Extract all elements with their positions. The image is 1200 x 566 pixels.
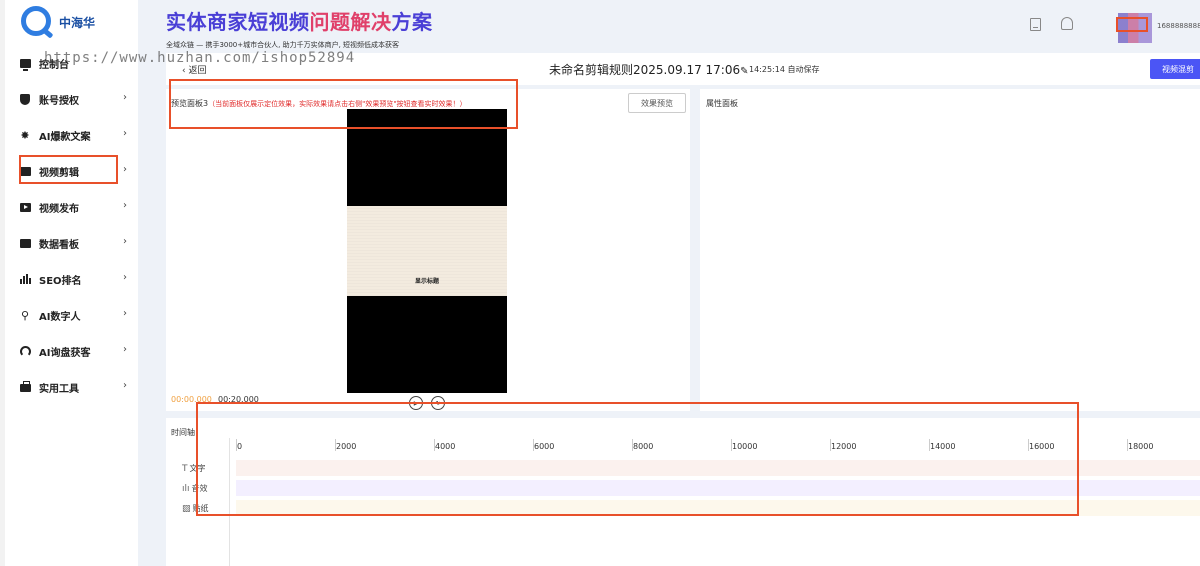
shield-icon <box>19 93 31 105</box>
bell-icon[interactable] <box>1061 17 1073 30</box>
track-sticker[interactable] <box>236 500 1200 516</box>
monitor-icon <box>19 57 31 71</box>
edit-pencil-icon[interactable]: ✎ <box>740 66 748 77</box>
timeline-divider <box>229 438 230 566</box>
chevron-right-icon: › <box>123 308 127 319</box>
sidebar-item-video-editing[interactable]: 视频剪辑 › <box>19 160 137 182</box>
chevron-right-icon: › <box>123 128 127 139</box>
chevron-right-icon: › <box>123 272 127 283</box>
ruler-tick: 8000 <box>633 442 654 451</box>
person-icon: ⚲ <box>20 308 30 322</box>
bulb-icon: ✸ <box>20 128 30 142</box>
ruler-tick: 2000 <box>336 442 357 451</box>
ruler-tick: 4000 <box>435 442 456 451</box>
current-time: 00:00.000 <box>171 395 212 404</box>
board-icon <box>19 237 31 249</box>
banner-subtitle: 全域众链 — 携手3000+城市合伙人, 助力千万实体商户, 短视频低成本获客 <box>166 41 400 49</box>
audio-wave-icon: ılı <box>182 483 190 494</box>
play-icon <box>19 201 31 213</box>
properties-panel-label: 属性面板 <box>706 99 738 108</box>
total-time: 00:20.000 <box>218 395 259 404</box>
chevron-right-icon: › <box>123 92 127 103</box>
sidebar-item-ai-copywriting[interactable]: ✸ AI爆款文案 › <box>19 124 137 146</box>
chevron-right-icon: › <box>123 164 127 175</box>
user-phone: 16888888888 <box>1157 22 1200 30</box>
autosave-status: 14:25:14 自动保存 <box>749 65 820 74</box>
docs-icon[interactable] <box>1030 18 1041 31</box>
sidebar-item-label: 数据看板 <box>39 239 79 251</box>
ruler-tick: 0 <box>237 442 243 451</box>
ruler-tick: 18000 <box>1128 442 1154 451</box>
sidebar-item-label: 视频发布 <box>39 203 79 215</box>
banner-title: 实体商家短视频问题解决方案 <box>166 12 433 34</box>
timeline-title: 时间轴 <box>171 428 195 437</box>
sidebar-item-video-publish[interactable]: 视频发布 › <box>19 196 137 218</box>
sidebar-item-seo-ranking[interactable]: SEO排名 › <box>19 268 137 290</box>
ruler-tick: 14000 <box>930 442 956 451</box>
track-label-audio: ılı 音效 <box>182 483 208 494</box>
video-mix-button[interactable]: 视频混剪 <box>1150 59 1200 79</box>
track-audio[interactable] <box>236 480 1200 496</box>
briefcase-icon <box>19 381 31 393</box>
sidebar-item-label: 实用工具 <box>39 383 79 395</box>
watermark: https://www.huzhan.com/ishop52894 <box>44 50 356 66</box>
refresh-icon[interactable]: ↻ <box>431 396 445 410</box>
track-text[interactable] <box>236 460 1200 476</box>
brand-logo[interactable]: 中海华 <box>19 4 139 40</box>
preview-image: 显示标题 <box>347 206 507 296</box>
play-icon[interactable]: ▶ <box>409 396 423 410</box>
sidebar-item-ai-inquiry[interactable]: AI询盘获客 › <box>19 340 137 362</box>
text-icon: T <box>182 463 188 474</box>
ruler-tick: 12000 <box>831 442 857 451</box>
track-label-text: T 文字 <box>182 463 206 474</box>
sidebar-item-account-auth[interactable]: 账号授权 › <box>19 88 137 110</box>
chevron-right-icon: › <box>123 344 127 355</box>
brand-name: 中海华 <box>59 16 96 30</box>
video-preview-canvas[interactable]: 显示标题 <box>347 109 507 393</box>
sidebar-item-label: AI询盘获客 <box>39 347 91 359</box>
sidebar: 中海华 控制台 账号授权 › ✸ AI爆款文案 › 视频剪辑 › 视频发布 › … <box>0 0 138 566</box>
chevron-right-icon: › <box>123 380 127 391</box>
sidebar-item-label: 账号授权 <box>39 95 79 107</box>
logo-q-icon <box>21 6 51 36</box>
ruler-tick: 6000 <box>534 442 555 451</box>
chevron-right-icon: › <box>123 200 127 211</box>
effect-preview-button[interactable]: 效果预览 <box>628 93 686 113</box>
timeline-panel: 时间轴 0 2000 4000 6000 8000 10000 12000 14… <box>166 418 1200 566</box>
bar-chart-icon <box>19 273 31 285</box>
track-label-sticker: ▨ 贴纸 <box>182 503 209 514</box>
sidebar-item-label: 视频剪辑 <box>39 167 79 179</box>
preview-caption[interactable]: 显示标题 <box>347 276 507 285</box>
preview-panel: 预览面板3（当前面板仅展示定位效果，实际效果请点击右侧"效果预览"按钮查看实时效… <box>166 89 690 411</box>
sidebar-item-ai-avatar[interactable]: ⚲ AI数字人 › <box>19 304 137 326</box>
document-title[interactable]: 未命名剪辑规则2025.09.17 17:06✎ <box>549 61 749 78</box>
ruler-tick: 10000 <box>732 442 758 451</box>
film-icon <box>19 165 31 177</box>
properties-panel: 属性面板 <box>700 89 1200 411</box>
preview-warning: （当前面板仅展示定位效果，实际效果请点击右侧"效果预览"按钮查看实时效果！） <box>208 100 467 108</box>
sidebar-item-tools[interactable]: 实用工具 › <box>19 376 137 398</box>
sidebar-item-label: AI数字人 <box>39 311 81 323</box>
sidebar-item-label: AI爆款文案 <box>39 131 91 143</box>
preview-panel-label: 预览面板3（当前面板仅展示定位效果，实际效果请点击右侧"效果预览"按钮查看实时效… <box>171 99 467 108</box>
chevron-right-icon: › <box>123 236 127 247</box>
headset-icon <box>19 345 31 357</box>
sidebar-item-data-board[interactable]: 数据看板 › <box>19 232 137 254</box>
avatar[interactable] <box>1118 13 1152 43</box>
sidebar-item-label: SEO排名 <box>39 275 82 287</box>
image-icon: ▨ <box>182 503 191 514</box>
ruler-tick: 16000 <box>1029 442 1055 451</box>
